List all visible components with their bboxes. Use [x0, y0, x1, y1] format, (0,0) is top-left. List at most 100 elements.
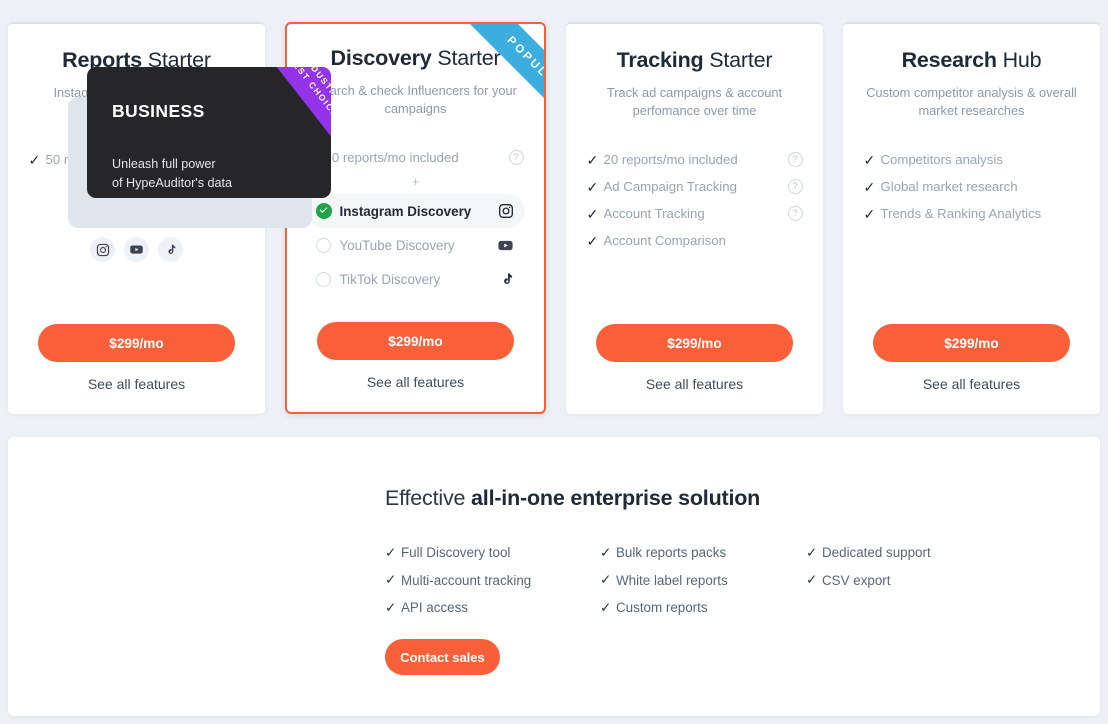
- instagram-icon: [496, 203, 514, 219]
- discovery-option-instagram[interactable]: Instagram Discovery: [306, 194, 525, 229]
- enterprise-feature-item: ✓ CSV export: [806, 567, 1006, 595]
- check-icon: ✓: [863, 205, 876, 222]
- plan-feature-list: ✓ 20 reports/mo included ? ✓ Ad Campaign…: [587, 146, 803, 254]
- check-icon: ✓: [385, 599, 397, 615]
- help-icon[interactable]: ?: [508, 150, 524, 166]
- plan-title-bold: Tracking: [616, 48, 704, 72]
- discovery-options-list: Instagram Discovery YouTube Discovery Ti…: [306, 194, 525, 296]
- price-button[interactable]: $299/mo: [873, 324, 1070, 362]
- plan-feature-list: ✓ 20 reports/mo included ?: [308, 144, 524, 171]
- feature-row: ✓ Competitors analysis ?: [864, 146, 1080, 173]
- check-icon: ✓: [600, 572, 612, 588]
- radio-button[interactable]: [315, 271, 331, 287]
- help-icon[interactable]: ?: [787, 206, 803, 222]
- check-icon: ✓: [385, 544, 397, 560]
- option-label: TikTok Discovery: [339, 271, 441, 287]
- price-button[interactable]: $299/mo: [317, 322, 514, 360]
- check-icon: ✓: [385, 572, 397, 588]
- enterprise-feature-columns: ✓ Full Discovery tool ✓ Multi-account tr…: [385, 539, 1006, 622]
- enterprise-feature-label: API access: [401, 600, 468, 616]
- enterprise-feature-label: CSV export: [822, 572, 891, 588]
- enterprise-feature-label: Bulk reports packs: [616, 545, 727, 561]
- tiktok-icon: [496, 271, 514, 288]
- help-icon[interactable]: ?: [787, 179, 803, 195]
- plan-footer: $299/mo See all features: [584, 324, 805, 414]
- enterprise-heading-light: Effective: [385, 486, 472, 510]
- enterprise-feature-item: ✓ Bulk reports packs: [600, 539, 806, 567]
- enterprise-feature-label: White label reports: [616, 572, 728, 588]
- feature-label: Competitors analysis: [880, 152, 1003, 168]
- feature-row: ✓ 20 reports/mo included ?: [587, 146, 803, 173]
- feature-label: Account Comparison: [603, 233, 726, 249]
- plan-title-light: Hub: [1002, 48, 1042, 72]
- see-all-features-link[interactable]: See all features: [923, 376, 1020, 392]
- option-label: Instagram Discovery: [339, 203, 472, 219]
- feature-label: Ad Campaign Tracking: [603, 179, 737, 195]
- feature-row: ✓ Trends & Ranking Analytics ?: [864, 200, 1080, 227]
- feature-label: 20 reports/mo included: [603, 152, 738, 168]
- option-label: YouTube Discovery: [339, 237, 455, 253]
- enterprise-feature-label: Full Discovery tool: [401, 545, 511, 561]
- enterprise-feature-item: ✓ White label reports: [600, 567, 806, 595]
- contact-sales-button[interactable]: Contact sales: [385, 639, 500, 675]
- price-button[interactable]: $299/mo: [38, 324, 235, 362]
- price-button[interactable]: $299/mo: [596, 324, 793, 362]
- tiktok-icon: [158, 237, 183, 263]
- feature-label: Account Tracking: [603, 206, 705, 222]
- feature-row: ✓ 20 reports/mo included ?: [308, 144, 524, 171]
- see-all-features-link[interactable]: See all features: [646, 376, 743, 392]
- enterprise-feature-item: ✓ Multi-account tracking: [385, 567, 600, 595]
- check-icon: ✓: [863, 178, 876, 195]
- feature-row: ✓ Account Tracking ?: [587, 200, 803, 227]
- support-icons: [90, 237, 183, 263]
- enterprise-heading-bold: all-in-one enterprise solution: [471, 486, 761, 510]
- check-icon: ✓: [806, 544, 818, 560]
- feature-row: ✓ Global market research ?: [864, 173, 1080, 200]
- help-icon[interactable]: ?: [787, 152, 803, 168]
- see-all-features-link[interactable]: See all features: [88, 376, 185, 392]
- enterprise-feature-label: Dedicated support: [822, 545, 931, 561]
- discovery-option-tiktok[interactable]: TikTok Discovery: [307, 262, 525, 296]
- plan-subtitle: Track ad campaigns & account perfomance …: [606, 84, 783, 118]
- enterprise-feature-item: ✓ API access: [385, 594, 600, 622]
- youtube-icon: [124, 237, 149, 263]
- enterprise-feature-column: ✓ Full Discovery tool ✓ Multi-account tr…: [385, 539, 600, 622]
- business-tagline-line-2: of HypeAuditor's data: [112, 175, 233, 190]
- plan-footer: $299/mo See all features: [305, 322, 526, 412]
- selected-check-icon: [315, 203, 332, 220]
- plan-subtitle: Search & check Influencers for your camp…: [314, 82, 517, 116]
- business-card-tagline: Unleash full power of HypeAuditor's data: [112, 155, 232, 193]
- enterprise-feature-item: ✓ Custom reports: [600, 594, 806, 622]
- plan-card-research-hub[interactable]: Research Hub Custom competitor analysis …: [843, 22, 1100, 414]
- plan-title: Discovery Starter: [331, 46, 501, 72]
- plan-title-bold: Discovery: [330, 46, 432, 70]
- enterprise-feature-label: Custom reports: [616, 600, 708, 616]
- feature-row: ✓ Account Comparison ?: [587, 227, 803, 254]
- plan-footer: $299/mo See all features: [861, 324, 1082, 414]
- feature-label: 20 reports/mo included: [324, 150, 459, 166]
- see-all-features-link[interactable]: See all features: [367, 374, 464, 390]
- check-icon: ✓: [600, 544, 612, 560]
- business-tagline-line-1: Unleash full power: [112, 157, 216, 171]
- check-icon: ✓: [586, 178, 599, 195]
- plan-title-light: Starter: [709, 48, 773, 72]
- plan-footer: $299/mo See all features: [26, 324, 247, 414]
- feature-row: ✓ Ad Campaign Tracking ?: [587, 173, 803, 200]
- radio-button[interactable]: [315, 237, 331, 253]
- discovery-option-youtube[interactable]: YouTube Discovery: [307, 228, 525, 262]
- enterprise-feature-column: ✓ Dedicated support ✓ CSV export: [806, 539, 1006, 622]
- plan-card-tracking-starter[interactable]: Tracking Starter Track ad campaigns & ac…: [566, 22, 823, 414]
- feature-label: Trends & Ranking Analytics: [880, 206, 1042, 222]
- plan-title: Research Hub: [902, 48, 1042, 74]
- enterprise-heading: Effective all-in-one enterprise solution: [385, 486, 760, 511]
- business-plan-card[interactable]: INDUSTRY BEST CHOICE BUSINESS Unleash fu…: [87, 67, 331, 198]
- plan-subtitle: Custom competitor analysis & overall mar…: [866, 84, 1077, 118]
- plan-title-light: Starter: [437, 46, 501, 70]
- plan-title-bold: Research: [901, 48, 997, 72]
- plan-title: Tracking Starter: [617, 48, 773, 74]
- plan-feature-list: ✓ Competitors analysis ? ✓ Global market…: [864, 146, 1080, 227]
- enterprise-feature-label: Multi-account tracking: [401, 572, 532, 588]
- check-icon: ✓: [28, 151, 41, 168]
- check-icon: ✓: [586, 151, 599, 168]
- check-icon: ✓: [586, 232, 599, 249]
